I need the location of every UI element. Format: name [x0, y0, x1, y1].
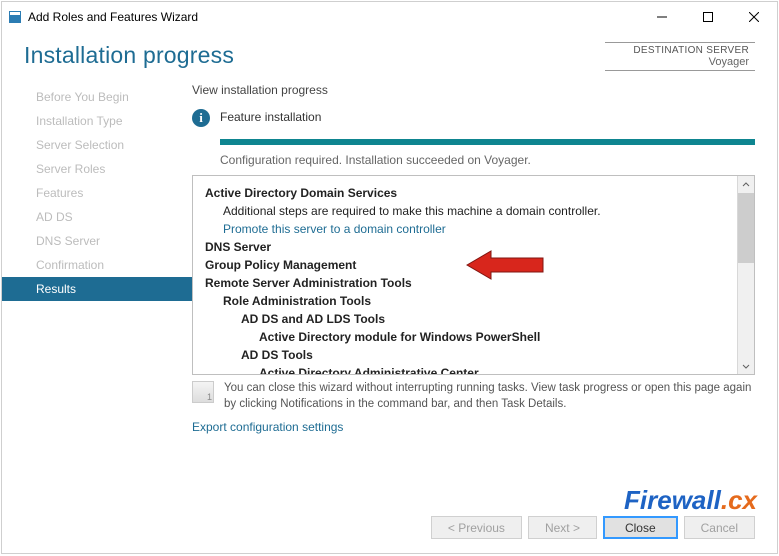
- sidebar-item-dns-server: DNS Server: [2, 229, 192, 253]
- close-button[interactable]: Close: [603, 516, 678, 539]
- result-adds-title: Active Directory Domain Services: [205, 186, 397, 200]
- sidebar-item-features: Features: [2, 181, 192, 205]
- next-button: Next >: [528, 516, 597, 539]
- promote-link[interactable]: Promote this server to a domain controll…: [223, 222, 446, 236]
- results-scrollbar[interactable]: [737, 176, 754, 374]
- status-subtext: Configuration required. Installation suc…: [220, 153, 755, 167]
- result-adac: Active Directory Administrative Center: [259, 366, 479, 374]
- sidebar-item-before-you-begin: Before You Begin: [2, 85, 192, 109]
- status-row: i Feature installation: [192, 109, 755, 127]
- content-heading: View installation progress: [192, 83, 755, 97]
- sidebar-item-confirmation: Confirmation: [2, 253, 192, 277]
- flag-icon: 1: [192, 381, 214, 403]
- wizard-body: Before You Begin Installation Type Serve…: [2, 71, 777, 508]
- wizard-sidebar: Before You Begin Installation Type Serve…: [2, 83, 192, 508]
- destination-label: DESTINATION SERVER: [611, 45, 749, 56]
- sidebar-item-ad-ds: AD DS: [2, 205, 192, 229]
- sidebar-item-server-selection: Server Selection: [2, 133, 192, 157]
- previous-button: < Previous: [431, 516, 522, 539]
- hint-row: 1 You can close this wizard without inte…: [192, 381, 755, 412]
- sidebar-item-server-roles: Server Roles: [2, 157, 192, 181]
- result-gpm-title: Group Policy Management: [205, 258, 356, 272]
- minimize-button[interactable]: [639, 2, 685, 32]
- close-window-button[interactable]: [731, 2, 777, 32]
- scroll-thumb[interactable]: [738, 193, 754, 263]
- results-box: Active Directory Domain Services Additio…: [192, 175, 755, 375]
- result-rsat-title: Remote Server Administration Tools: [205, 276, 412, 290]
- sidebar-item-results[interactable]: Results: [2, 277, 192, 301]
- wizard-header: Installation progress DESTINATION SERVER…: [2, 32, 777, 71]
- result-ad-ps: Active Directory module for Windows Powe…: [259, 330, 540, 344]
- result-role-admin: Role Administration Tools: [223, 294, 371, 308]
- wizard-window: Add Roles and Features Wizard Installati…: [1, 1, 778, 554]
- maximize-button[interactable]: [685, 2, 731, 32]
- status-label: Feature installation: [220, 110, 321, 124]
- wizard-footer: < Previous Next > Close Cancel: [2, 508, 777, 553]
- result-dns-title: DNS Server: [205, 240, 271, 254]
- progress-bar-fill: [220, 139, 755, 145]
- export-settings-link[interactable]: Export configuration settings: [192, 420, 755, 434]
- progress-bar: [220, 139, 755, 145]
- window-controls: [639, 2, 777, 32]
- destination-server-block: DESTINATION SERVER Voyager: [605, 42, 755, 71]
- info-icon: i: [192, 109, 210, 127]
- hint-text: You can close this wizard without interr…: [224, 381, 755, 412]
- page-title: Installation progress: [24, 42, 234, 69]
- scroll-down-icon[interactable]: [738, 357, 754, 374]
- sidebar-item-installation-type: Installation Type: [2, 109, 192, 133]
- app-icon: [8, 10, 22, 24]
- titlebar: Add Roles and Features Wizard: [2, 2, 777, 32]
- wizard-content: View installation progress i Feature ins…: [192, 83, 755, 508]
- scroll-up-icon[interactable]: [738, 176, 754, 193]
- cancel-button: Cancel: [684, 516, 755, 539]
- result-adds-tools: AD DS Tools: [241, 348, 313, 362]
- result-adds-note: Additional steps are required to make th…: [205, 202, 727, 220]
- destination-name: Voyager: [611, 56, 749, 68]
- window-title: Add Roles and Features Wizard: [28, 10, 639, 24]
- result-adds-lds: AD DS and AD LDS Tools: [241, 312, 385, 326]
- results-list: Active Directory Domain Services Additio…: [193, 176, 737, 374]
